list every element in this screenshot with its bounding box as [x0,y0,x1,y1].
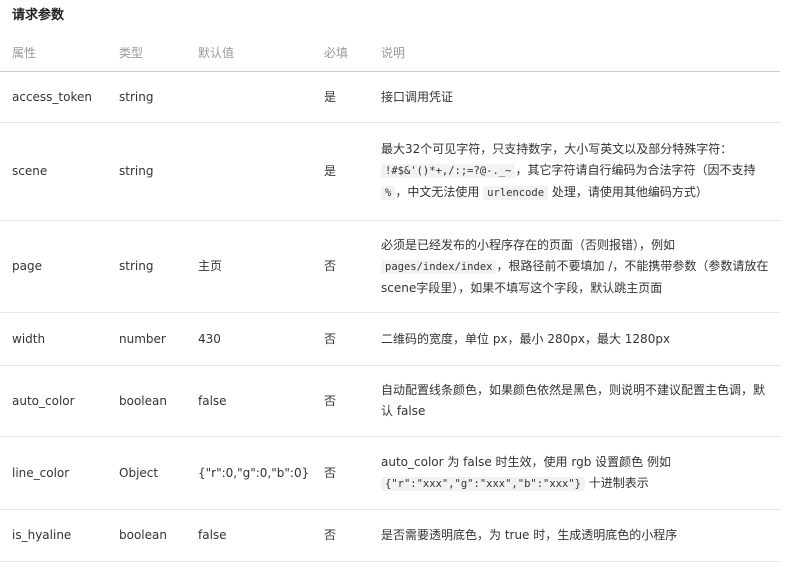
table-row: page string 主页 否 必须是已经发布的小程序存在的页面（否则报错），… [0,220,780,313]
table-row: scene string 是 最大32个可见字符，只支持数字，大小写英文以及部分… [0,122,780,221]
param-type: boolean [119,365,198,437]
param-name: line_color [0,436,119,510]
param-default: false [198,509,324,562]
param-required: 否 [324,312,381,366]
param-name: auto_color [0,365,119,437]
param-required: 否 [324,436,381,510]
param-type: number [119,312,198,366]
column-header-default: 默认值 [198,34,324,72]
column-header-property: 属性 [0,34,119,72]
param-type: Object [119,436,198,510]
param-type: string [119,71,198,123]
param-default: false [198,365,324,437]
param-required: 否 [324,365,381,437]
api-params-page: 请求参数 属性 类型 默认值 必填 说明 access_token string… [0,0,792,565]
table-row: line_color Object {"r":0,"g":0,"b":0} 否 … [0,436,780,510]
param-required: 否 [324,220,381,313]
param-default: 430 [198,312,324,366]
inline-code: {"r":"xxx","g":"xxx","b":"xxx"} [381,476,585,491]
param-description: 必须是已经发布的小程序存在的页面（否则报错），例如 pages/index/in… [381,220,780,313]
param-type: boolean [119,509,198,562]
description-text: 自动配置线条颜色，如果颜色依然是黑色，则说明不建议配置主色调，默认 false [381,383,766,418]
param-default [198,71,324,123]
table-row: auto_color boolean false 否 自动配置线条颜色，如果颜色… [0,365,780,437]
param-type: string [119,220,198,313]
param-description: 最大32个可见字符，只支持数字，大小写英文以及部分特殊字符： !#$&'()*+… [381,122,780,221]
param-description: 二维码的宽度，单位 px，最小 280px，最大 1280px [381,312,780,366]
param-description: auto_color 为 false 时生效，使用 rgb 设置颜色 例如 {"… [381,436,780,510]
param-required: 是 [324,122,381,221]
description-text: ，中文无法使用 [395,185,480,199]
param-description: 是否需要透明底色，为 true 时，生成透明底色的小程序 [381,509,780,562]
description-text: auto_color 为 false 时生效，使用 rgb 设置颜色 例如 [381,454,671,469]
description-text: 二维码的宽度，单位 px，最小 280px，最大 1280px [381,331,671,346]
column-header-required: 必填 [324,34,381,72]
column-header-description: 说明 [381,34,780,72]
column-header-type: 类型 [119,34,198,72]
description-text: 最大32个可见字符，只支持数字，大小写英文以及部分特殊字符： [381,142,733,156]
table-row: is_hyaline boolean false 否 是否需要透明底色，为 tr… [0,509,780,562]
inline-code: pages/index/index [381,259,497,274]
description-text: ，其它字符请自行编码为合法字符（因不支持 [515,163,756,177]
section-title: 请求参数 [12,8,65,23]
param-description: 接口调用凭证 [381,71,780,123]
param-default [198,122,324,221]
inline-code: urlencode [483,186,549,200]
param-name: scene [0,122,119,221]
param-required: 否 [324,509,381,562]
table-header-row: 属性 类型 默认值 必填 说明 [0,34,780,72]
param-name: is_hyaline [0,509,119,562]
param-name: page [0,220,119,313]
table-row: width number 430 否 二维码的宽度，单位 px，最小 280px… [0,312,780,366]
description-text: 十进制表示 [588,475,649,490]
param-type: string [119,122,198,221]
param-name: access_token [0,71,119,123]
table-row: access_token string 是 接口调用凭证 [0,71,780,123]
param-default: {"r":0,"g":0,"b":0} [198,436,324,510]
description-text: 接口调用凭证 [381,89,454,104]
inline-code: !#$&'()*+,/:;=?@-._~ [381,164,516,178]
description-text: 必须是已经发布的小程序存在的页面（否则报错），例如 [381,237,676,252]
param-default: 主页 [198,220,324,313]
params-table: 属性 类型 默认值 必填 说明 access_token string 是 接口… [0,34,780,562]
param-name: width [0,312,119,366]
description-text: 是否需要透明底色，为 true 时，生成透明底色的小程序 [381,528,678,542]
param-description: 自动配置线条颜色，如果颜色依然是黑色，则说明不建议配置主色调，默认 false [381,365,780,437]
param-required: 是 [324,71,381,123]
inline-code: % [381,186,396,200]
description-text: 处理，请使用其他编码方式） [551,185,708,199]
